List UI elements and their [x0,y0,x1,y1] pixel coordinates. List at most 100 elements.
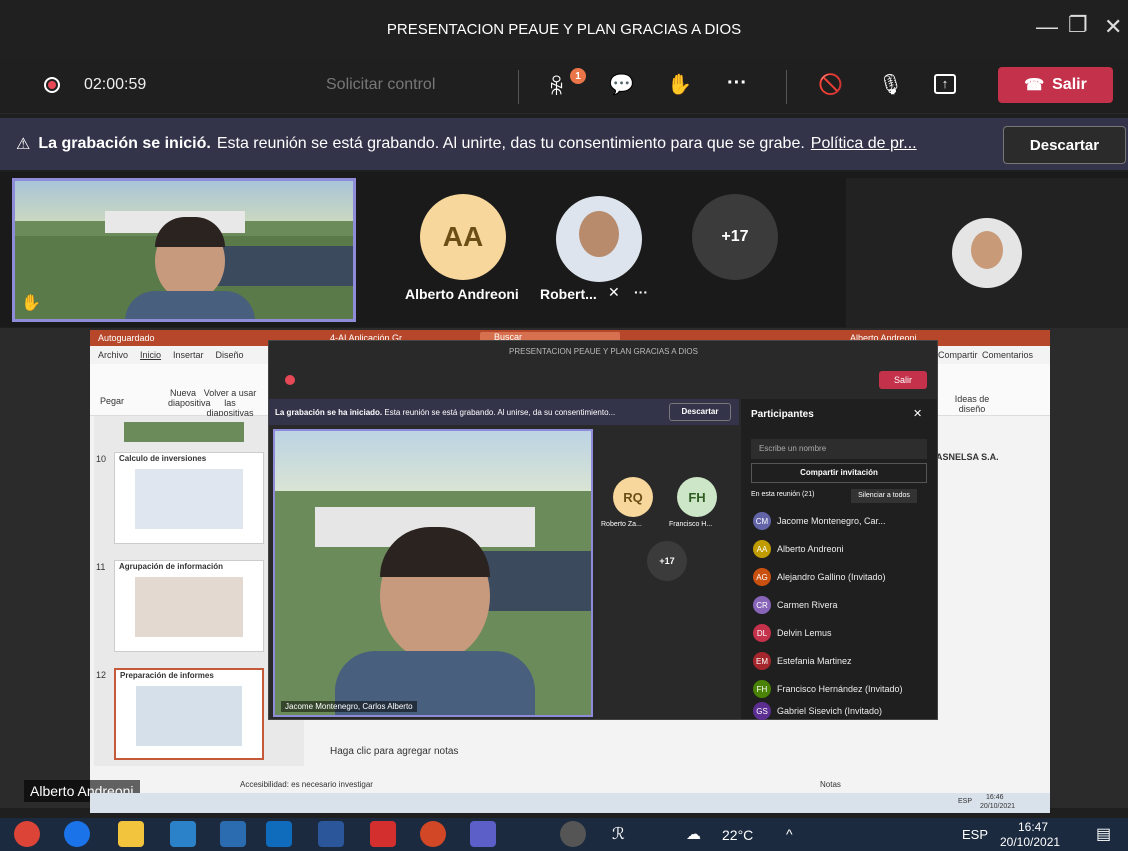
raise-hand-icon[interactable]: ✋ [667,72,692,97]
people-tray-icon[interactable]: ℛ [612,824,625,844]
more-participants[interactable]: +17 [692,194,778,280]
dismiss-button[interactable]: Descartar [1003,126,1126,164]
inner-video-tile[interactable]: Jacome Montenegro, Carlos Alberto [273,429,593,717]
taskbar: ℛ ☁ 22°C ^ ESP 16:47 20/10/2021 ▤ [0,818,1128,851]
participant-row[interactable]: GS Gabriel Sisevich (Invitado) [753,699,933,723]
participant-name: Estefania Martinez [777,656,852,666]
tab-diseno[interactable]: Diseño [216,350,244,360]
inner-date: 20/10/2021 [980,803,1016,810]
privacy-link[interactable]: Política de pr... [811,135,917,153]
camera-off-icon[interactable]: 🚫 [818,72,843,97]
avatar-guest [952,218,1022,288]
paste-button[interactable]: Pegar [100,396,124,406]
muted-icon: ✕ [608,284,620,300]
slide-number: 11 [96,562,106,572]
chrome-icon[interactable] [14,821,40,847]
mail-icon[interactable] [220,821,246,847]
autosave-label[interactable]: Autoguardado [98,333,155,343]
participant-name: Alejandro Gallino (Invitado) [777,572,886,582]
request-control-button[interactable]: Solicitar control [326,76,435,94]
fh-name: Francisco H... [669,521,713,528]
accessibility-status[interactable]: Accesibilidad: es necesario investigar [240,780,373,789]
slide-title: Preparación de informes [120,671,214,680]
ribbon-tabs: Archivo Inicio Insertar Diseño [98,350,244,360]
people-badge: 1 [570,68,586,84]
slide-thumb-10[interactable]: Calculo de inversiones [114,452,264,544]
raised-hand-icon: ✋ [21,295,41,312]
inner-banner-bold: La grabación se ha iniciado. [275,407,383,417]
video-tile-carlos[interactable]: ✋ [12,178,356,322]
share-screen-icon[interactable]: ↑ [934,74,956,94]
inner-time: 16:46 [986,794,1004,801]
in-meeting-count: En esta reunión (21) [751,491,815,498]
participant-row[interactable]: DL Delvin Lemus [753,621,933,645]
tab-archivo[interactable]: Archivo [98,350,128,360]
more-actions-icon[interactable]: ··· [727,72,747,95]
avatar-fh: FH [677,477,717,517]
inner-more-participants[interactable]: +17 [647,541,687,581]
edge-icon[interactable] [64,821,90,847]
slide-thumb-12[interactable]: Preparación de informes [114,668,264,760]
company-label: ASNELSA S.A. [936,452,999,462]
participant-name: Gabriel Sisevich (Invitado) [777,706,883,716]
inner-video-name: Jacome Montenegro, Carlos Alberto [281,701,417,712]
share-button[interactable]: Compartir [938,350,978,360]
clock-date[interactable]: 20/10/2021 [1000,835,1060,849]
participant-search[interactable]: Escribe un nombre [751,439,927,459]
mute-all-button[interactable]: Silenciar a todos [851,489,917,503]
participant-row[interactable]: FH Francisco Hernández (Invitado) [753,677,933,701]
word-icon[interactable] [318,821,344,847]
slide-thumb-11[interactable]: Agrupación de información [114,560,264,652]
outlook-icon[interactable] [266,821,292,847]
temperature[interactable]: 22°C [722,827,753,843]
share-invite-button[interactable]: Compartir invitación [751,463,927,483]
inner-banner-text: Esta reunión se está grabando. Al unirse… [384,407,616,417]
participant-name: Alberto Andreoni [777,544,844,554]
notes-button[interactable]: Notas [820,780,841,789]
inner-leave-button[interactable]: Salir [879,371,927,389]
design-ideas-button[interactable]: Ideas de diseño [950,394,994,414]
participant-avatar: CM [753,512,771,530]
chat-icon[interactable]: 💬 [609,72,634,97]
slide-title: Calculo de inversiones [119,454,207,463]
close-icon[interactable]: ✕ [1104,14,1122,40]
file-explorer-icon[interactable] [118,821,144,847]
reuse-slides-button[interactable]: Volver a usar las diapositivas [202,388,258,418]
tray-chevron-icon[interactable]: ^ [786,826,793,842]
recording-icon [44,77,60,93]
participant-avatar: FH [753,680,771,698]
participant-row[interactable]: CM Jacome Montenegro, Car... [753,509,933,533]
meeting-timer: 02:00:59 [84,76,147,93]
tab-insertar[interactable]: Insertar [173,350,204,360]
minimize-icon[interactable]: — [1036,14,1058,40]
tab-inicio[interactable]: Inicio [140,350,161,360]
teams-icon[interactable] [470,821,496,847]
mic-off-icon[interactable]: 🎙 [878,72,903,97]
inner-teams-window: PRESENTACION PEAUE Y PLAN GRACIAS A DIOS… [268,340,938,720]
avatar-aa: AA [420,194,506,280]
banner-bold: La grabación se inició. [38,135,211,152]
clock-time[interactable]: 16:47 [1018,820,1048,834]
powerpoint-icon[interactable] [420,821,446,847]
inner-dismiss-button[interactable]: Descartar [669,403,731,421]
weather-icon[interactable]: ☁ [686,825,701,843]
notification-icon[interactable]: ▤ [1096,824,1111,844]
participant-row[interactable]: CR Carmen Rivera [753,593,933,617]
participant-row[interactable]: AG Alejandro Gallino (Invitado) [753,565,933,589]
new-slide-button[interactable]: Nueva diapositiva [168,388,211,408]
maximize-icon[interactable]: ❐ [1068,12,1088,38]
comments-button[interactable]: Comentarios [982,350,1033,360]
participant-row[interactable]: EM Estefania Martinez [753,649,933,673]
panel-close-icon[interactable]: ✕ [913,407,922,420]
more-options-icon[interactable]: ··· [634,284,648,300]
acrobat-icon[interactable] [370,821,396,847]
participant-name: Carmen Rivera [777,600,838,610]
participant-name: Delvin Lemus [777,628,832,638]
language[interactable]: ESP [962,827,988,842]
store-icon[interactable] [170,821,196,847]
people-icon[interactable]: ꆜ [548,72,565,101]
help-icon[interactable] [560,821,586,847]
notes-area[interactable]: Haga clic para agregar notas [330,746,458,757]
participant-row[interactable]: AA Alberto Andreoni [753,537,933,561]
leave-button[interactable]: ☎ Salir [998,67,1113,103]
